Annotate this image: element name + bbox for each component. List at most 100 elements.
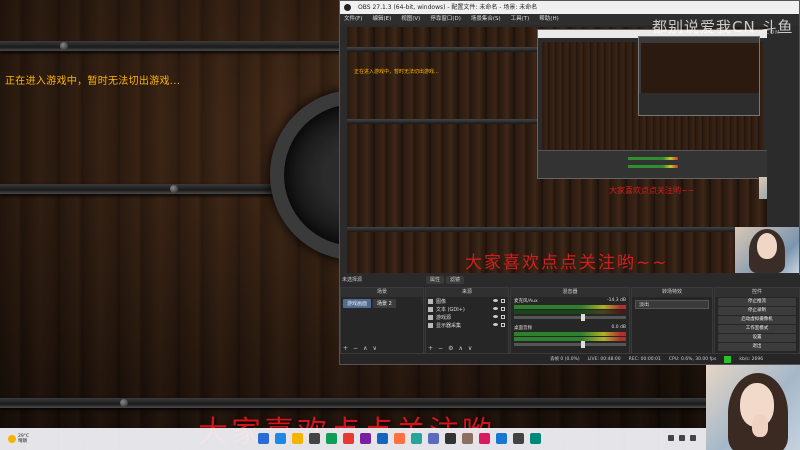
eye-icon[interactable]: [493, 307, 498, 310]
taskbar-app-icon[interactable]: [258, 433, 269, 444]
taskbar-app-icon[interactable]: [309, 433, 320, 444]
network-icon[interactable]: [668, 435, 674, 441]
obs-window[interactable]: OBS 27.1.3 (64-bit, windows) - 配置文件: 未命名…: [339, 0, 800, 365]
properties-tab[interactable]: 属性: [426, 276, 445, 284]
eye-icon[interactable]: [493, 315, 498, 318]
taskbar-app-icon[interactable]: [462, 433, 473, 444]
filters-tab[interactable]: 滤镜: [446, 276, 465, 284]
rivet: [120, 399, 128, 407]
add-icon[interactable]: +: [428, 345, 433, 352]
source-label: 游戏源: [436, 314, 452, 321]
game-status-message: 正在进入游戏中，暂时无法切出游戏...: [5, 76, 181, 87]
taskbar-app-icon[interactable]: [530, 433, 541, 444]
menu-help[interactable]: 帮助(H): [539, 14, 558, 25]
menu-tools[interactable]: 工具(T): [511, 14, 530, 25]
source-item[interactable]: 文本 (GDI+): [426, 305, 508, 313]
taskbar-app-icon[interactable]: [394, 433, 405, 444]
taskbar-app-icon[interactable]: [343, 433, 354, 444]
taskbar-app-icon[interactable]: [292, 433, 303, 444]
lock-icon[interactable]: [501, 315, 505, 319]
battery-icon[interactable]: [690, 435, 696, 441]
scene-item[interactable]: 游戏画面: [343, 299, 372, 308]
transition-select[interactable]: 淡出: [635, 300, 709, 309]
dropped-frames: 丢帧 0 (0.0%): [550, 357, 580, 362]
nested-meter: [628, 157, 678, 160]
taskbar-app-icon[interactable]: [275, 433, 286, 444]
obs-preview-canvas[interactable]: 正在进入游戏中，暂时无法切出游戏... 大家喜欢点点关注哟~~ 大家喜欢点点关注…: [347, 27, 767, 273]
taskbar-app-icon[interactable]: [496, 433, 507, 444]
remove-icon[interactable]: −: [353, 345, 358, 352]
eye-icon[interactable]: [493, 323, 498, 326]
obs-logo-icon: [344, 4, 351, 11]
taskbar-app-icon[interactable]: [411, 433, 422, 444]
obs-docks: 未选择源 属性 滤镜 场景 游戏画面 场景 2 + − ∧ ∨ 来源 图像 文本…: [340, 275, 800, 355]
monitor-icon: [428, 322, 433, 328]
eye-icon[interactable]: [493, 299, 498, 302]
add-icon[interactable]: +: [343, 345, 348, 352]
gear-icon[interactable]: ⚙: [448, 345, 453, 352]
taskbar-app-icon[interactable]: [445, 433, 456, 444]
volume-slider[interactable]: [514, 314, 626, 321]
source-label: 显示器采集: [436, 322, 462, 329]
move-down-icon[interactable]: ∨: [372, 345, 376, 352]
taskbar-app-icon[interactable]: [479, 433, 490, 444]
text-icon: [428, 306, 433, 312]
start-virtual-camera-button[interactable]: 启动虚拟摄像机: [718, 316, 796, 324]
preview-overlay-text: 大家喜欢点点关注哟~~: [465, 253, 669, 273]
channel-db: 0.0 dB: [611, 325, 626, 330]
volume-icon[interactable]: [679, 435, 685, 441]
volume-slider[interactable]: [514, 341, 626, 348]
webcam-hand: [752, 415, 768, 437]
source-label: 图像: [436, 298, 447, 305]
volume-meter: [514, 332, 626, 336]
move-down-icon[interactable]: ∨: [468, 345, 472, 352]
stop-recording-button[interactable]: 停止录制: [718, 307, 796, 315]
rivet: [170, 185, 178, 193]
scene-item[interactable]: 场景 2: [373, 299, 396, 308]
sources-dock-toolbar: + − ⚙ ∧ ∨: [428, 345, 472, 352]
nested-obs-window: [537, 29, 767, 179]
menu-scene-collection[interactable]: 场景集合(S): [471, 14, 501, 25]
source-item[interactable]: 显示器采集: [426, 321, 508, 329]
image-icon: [428, 298, 433, 304]
preview-webcam: [735, 227, 799, 273]
obs-title-bar[interactable]: OBS 27.1.3 (64-bit, windows) - 配置文件: 未命名…: [340, 1, 799, 14]
taskbar-app-icon[interactable]: [326, 433, 337, 444]
menu-edit[interactable]: 编辑(E): [372, 14, 391, 25]
obs-status-bar: 丢帧 0 (0.0%) LIVE: 00:48:00 REC: 00:00:01…: [340, 353, 800, 364]
windows-taskbar: 29°C 晴朗: [0, 428, 706, 450]
menu-docks[interactable]: 停靠窗口(D): [430, 14, 461, 25]
settings-button[interactable]: 设置: [718, 334, 796, 342]
controls-dock: 控件 停止推流 停止录制 启动虚拟摄像机 工作室模式 设置 退出: [714, 287, 800, 355]
taskbar-app-icon[interactable]: [377, 433, 388, 444]
nested-docks: [538, 150, 767, 178]
taskbar-app-icon[interactable]: [360, 433, 371, 444]
nested-webcam: [759, 177, 767, 199]
lock-icon[interactable]: [501, 307, 505, 311]
remove-icon[interactable]: −: [438, 345, 443, 352]
lock-icon[interactable]: [501, 299, 505, 303]
stop-streaming-button[interactable]: 停止推流: [718, 298, 796, 306]
mixer-dock: 混音器 麦克风/Aux -14.3 dB 桌面音频 0.0 dB: [510, 287, 630, 355]
move-up-icon[interactable]: ∧: [458, 345, 462, 352]
system-tray: [668, 435, 696, 441]
studio-mode-button[interactable]: 工作室模式: [718, 325, 796, 333]
obs-title-text: OBS 27.1.3 (64-bit, windows) - 配置文件: 未命名…: [358, 4, 538, 11]
lock-icon[interactable]: [501, 323, 505, 327]
taskbar-app-icon[interactable]: [428, 433, 439, 444]
no-source-label: 未选择源: [342, 277, 363, 283]
taskbar-app-icon[interactable]: [513, 433, 524, 444]
weather-widget[interactable]: 29°C 晴朗: [8, 434, 29, 444]
source-item[interactable]: 游戏源: [426, 313, 508, 321]
screen: 正在进入游戏中，暂时无法切出游戏... OBS 27.1.3 (64-bit, …: [0, 0, 800, 450]
menu-file[interactable]: 文件(F): [344, 14, 362, 25]
taskbar-app-icons: [258, 433, 541, 444]
exit-button[interactable]: 退出: [718, 343, 796, 351]
nested-obs-window-2: [638, 36, 760, 116]
volume-meter: [514, 310, 626, 314]
channel-db: -14.3 dB: [606, 298, 626, 303]
webcam-overlay: [706, 365, 800, 450]
move-up-icon[interactable]: ∧: [363, 345, 367, 352]
menu-view[interactable]: 视图(V): [401, 14, 420, 25]
source-item[interactable]: 图像: [426, 297, 508, 305]
